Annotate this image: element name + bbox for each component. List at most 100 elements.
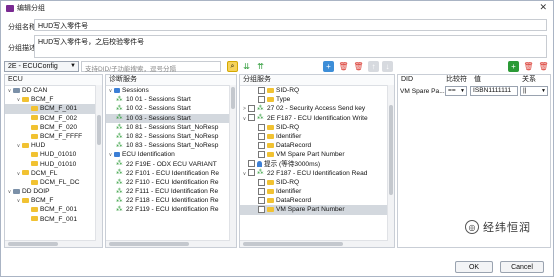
move-down-button[interactable]: ↓ <box>382 61 393 72</box>
tree-node[interactable]: ⁂ 22 F111 - ECU Identification Re <box>106 187 236 196</box>
tree-node[interactable]: ⁂ 22 F118 - ECU Identification Re <box>106 196 236 205</box>
clear-button[interactable]: 🗑 <box>353 61 364 72</box>
tree-node[interactable]: ⁂ 10 82 - Sessions Start_NoResp <box>106 132 236 141</box>
tree-node[interactable]: ⁂ 10 01 - Sessions Start <box>106 95 236 104</box>
tree-label: 22 F110 - ECU Identification Re <box>126 178 219 186</box>
relation-select[interactable]: || ▼ <box>520 86 548 96</box>
group-desc-input[interactable]: HUD写入零件号，之后校验零件号 <box>34 35 547 58</box>
tree-node[interactable]: 提示 (等待3000ms) <box>240 160 394 169</box>
search-button[interactable]: ⌕ <box>227 61 238 72</box>
tree-node[interactable]: > ⁂ 27 02 - Security Access Send key <box>240 104 394 113</box>
vertical-scrollbar[interactable] <box>229 85 236 247</box>
tree-node[interactable]: ⁂ 22 F101 - ECU Identification Re <box>106 169 236 178</box>
tree-node[interactable]: ⁂ 10 03 - Sessions Start <box>106 113 236 123</box>
tree-node[interactable]: ⁂ 22 F19E - ODX ECU VARIANT <box>106 160 236 169</box>
delete-condition-button[interactable]: 🗑 <box>523 61 534 72</box>
expand-all-button[interactable]: ⇊ <box>241 61 252 72</box>
vertical-scrollbar[interactable] <box>95 85 102 247</box>
tree-node[interactable]: ∨ ⁂ 22 F187 - ECU Identification Read <box>240 169 394 178</box>
plus-icon: + <box>326 62 331 71</box>
tree-node[interactable]: ⁂ 10 02 - Sessions Start <box>106 104 236 113</box>
tree-node[interactable]: ∨ BCM_F <box>5 95 102 104</box>
tree-node[interactable]: BCM_F_FFFF <box>5 132 102 141</box>
tree-label: 22 F19E - ODX ECU VARIANT <box>126 160 217 168</box>
add-condition-button[interactable]: + <box>508 61 519 72</box>
tree-node[interactable]: ∨ DD CAN <box>5 86 102 95</box>
folder-icon <box>31 133 38 139</box>
cancel-button[interactable]: Cancel <box>500 261 544 273</box>
operator-select[interactable]: == ▼ <box>445 86 467 96</box>
horizontal-scrollbar[interactable] <box>106 240 230 247</box>
delete-button[interactable]: 🗑 <box>338 61 349 72</box>
tree-node[interactable]: SID-RQ <box>240 123 394 132</box>
tree-node[interactable]: SID-RQ <box>240 178 394 187</box>
checkbox[interactable] <box>258 178 265 186</box>
service-icon: ⁂ <box>116 178 123 186</box>
add-button[interactable]: + <box>323 61 334 72</box>
move-up-button[interactable]: ↑ <box>368 61 379 72</box>
scrollbar-thumb[interactable] <box>8 242 58 246</box>
checkbox[interactable] <box>248 160 255 168</box>
tree-node[interactable]: ⁂ 10 83 - Sessions Start_NoResp <box>106 141 236 150</box>
tree-node[interactable]: BCM_F_001 <box>5 215 102 224</box>
tree-node[interactable]: ∨ ECU Identification <box>106 150 236 159</box>
tree-node[interactable]: VM Spare Part Number <box>240 205 394 215</box>
close-icon[interactable]: ✕ <box>539 2 547 13</box>
tree-node[interactable]: HUD_01010 <box>5 160 102 169</box>
tree-node[interactable]: ⁂ 22 F110 - ECU Identification Re <box>106 178 236 187</box>
horizontal-scrollbar[interactable] <box>5 240 96 247</box>
tree-node[interactable]: ∨ HUD <box>5 141 102 150</box>
collapse-all-button[interactable]: ⇈ <box>255 61 266 72</box>
tree-node[interactable]: ∨ ⁂ 2E F187 - ECU Identification Write <box>240 114 394 123</box>
tree-node[interactable]: ⁂ 10 81 - Sessions Start_NoResp <box>106 123 236 132</box>
clear-condition-button[interactable]: 🗑 <box>538 61 549 72</box>
scrollbar-thumb[interactable] <box>243 242 343 246</box>
checkbox[interactable] <box>258 141 265 149</box>
tree-node[interactable]: Type <box>240 95 394 104</box>
tree-node[interactable]: Identifier <box>240 132 394 141</box>
checkbox[interactable] <box>258 197 265 204</box>
did-cell[interactable]: VM Spare Pa... <box>400 87 445 96</box>
scrollbar-thumb[interactable] <box>97 115 101 145</box>
scrollbar-thumb[interactable] <box>389 105 393 195</box>
watermark: ◎ 经纬恒润 <box>465 219 531 235</box>
tree-node[interactable]: BCM_F_001 <box>5 205 102 214</box>
ecu-select[interactable]: 2E - ECUConfig ▼ <box>4 61 79 72</box>
tree-node[interactable]: DataRecord <box>240 141 394 150</box>
group-name-input[interactable]: HUD写入零件号 <box>34 19 547 31</box>
tree-node[interactable]: ⁂ 22 F119 - ECU Identification Re <box>106 205 236 214</box>
tree-node[interactable]: ∨ DD DOIP <box>5 187 102 196</box>
scrollbar-thumb[interactable] <box>231 87 235 109</box>
tree-node[interactable]: ∨ BCM_F <box>5 196 102 205</box>
tree-node[interactable]: ∨ Sessions <box>106 86 236 95</box>
tree-label: BCM_F_001 <box>40 105 78 113</box>
ok-button[interactable]: OK <box>455 261 493 273</box>
vertical-scrollbar[interactable] <box>387 85 394 247</box>
app-icon <box>6 4 14 12</box>
tree-node[interactable]: ∨ DCM_FL <box>5 169 102 178</box>
checkbox[interactable] <box>258 86 265 94</box>
checkbox[interactable] <box>248 169 255 177</box>
tree-node[interactable]: BCM_F_001 <box>5 104 102 114</box>
checkbox[interactable] <box>258 187 265 195</box>
tree-node[interactable]: SID-RQ <box>240 86 394 95</box>
tree-node[interactable]: Identifier <box>240 187 394 196</box>
checkbox[interactable] <box>258 151 265 159</box>
folder-icon <box>31 161 38 167</box>
checkbox[interactable] <box>248 114 255 122</box>
value-input[interactable]: ISBN1111111 <box>470 86 518 96</box>
tree-node[interactable]: DCM_FL_DC <box>5 178 102 187</box>
tree-node[interactable]: BCM_F_020 <box>5 123 102 132</box>
horizontal-scrollbar[interactable] <box>240 240 388 247</box>
tree-node[interactable]: BCM_F_002 <box>5 114 102 123</box>
checkbox[interactable] <box>248 105 255 113</box>
search-input[interactable]: 支持DID/子功能搜索，逗号分隔 <box>81 61 221 73</box>
tree-node[interactable]: HUD_01010 <box>5 150 102 159</box>
scrollbar-thumb[interactable] <box>109 242 189 246</box>
tree-node[interactable]: VM Spare Part Number <box>240 150 394 159</box>
checkbox[interactable] <box>258 132 265 140</box>
checkbox[interactable] <box>258 95 265 103</box>
tree-node[interactable]: DataRecord <box>240 196 394 205</box>
checkbox[interactable] <box>258 123 265 131</box>
checkbox[interactable] <box>258 206 265 214</box>
